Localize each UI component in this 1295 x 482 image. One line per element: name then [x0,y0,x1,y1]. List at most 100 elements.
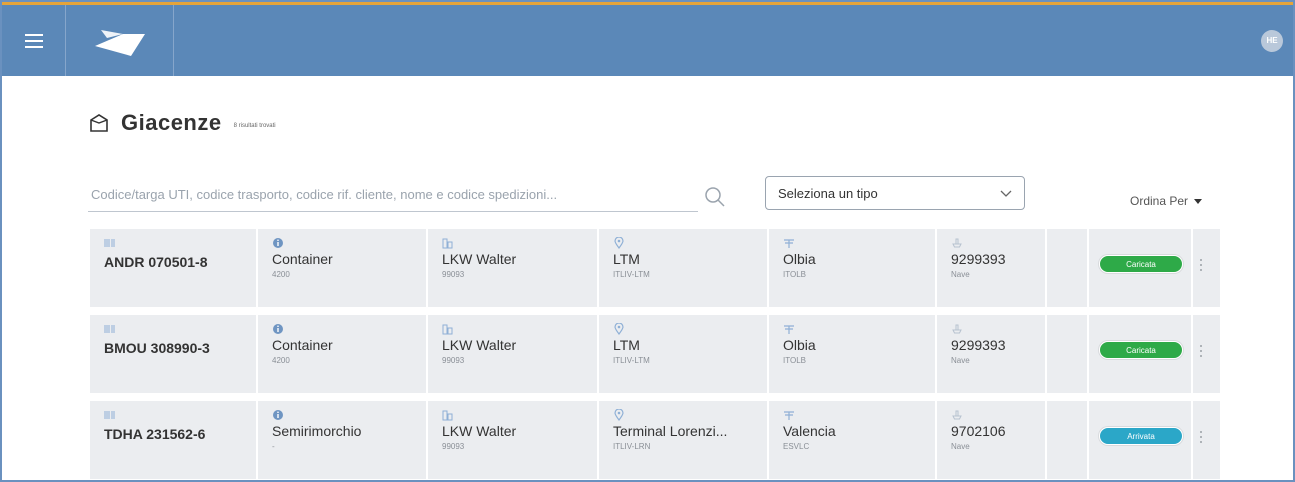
status-badge: Arrivata [1099,427,1183,445]
spacer-cell [1047,229,1089,307]
port-code: ITOLB [783,270,806,279]
ship-icon [952,410,962,420]
type-cell: Container 4200 [258,229,428,307]
building-icon [442,324,453,335]
shipment-list: ANDR 070501-8 Container 4200 LKW Walter … [90,229,1220,482]
carrier-code: 99093 [442,270,465,279]
building-icon [442,238,453,249]
table-row[interactable]: BMOU 308990-3 Container 4200 LKW Walter … [90,315,1220,393]
building-icon [442,410,453,421]
type-cell: Semirimorchio - [258,401,428,479]
page-header: Giacenze 8 risultati trovati [87,110,276,136]
code-cell: BMOU 308990-3 [90,315,258,393]
caret-down-icon [1194,198,1203,204]
type-select-value: Seleziona un tipo [778,185,878,201]
more-options-icon[interactable] [1199,259,1203,275]
port-cell: Olbia ITOLB [769,229,937,307]
sort-dropdown[interactable]: Ordina Per [1130,194,1203,208]
barcode-icon [104,411,115,419]
location-pin-icon [614,323,624,335]
port-name: Olbia [783,337,816,353]
port-icon [784,325,794,334]
carrier-name: LKW Walter [442,251,517,267]
search-field [88,178,698,212]
page-subtitle: 8 risultati trovati [233,123,276,129]
terminal-code: ITLIV-LRN [613,442,651,451]
port-icon [784,411,794,420]
table-row[interactable]: TDHA 231562-6 Semirimorchio - LKW Walter… [90,401,1220,479]
page-title: Giacenze [121,110,222,135]
info-icon [273,238,283,248]
terminal-name: LTM [613,251,640,267]
unit-type-code: - [272,442,275,451]
carrier-name: LKW Walter [442,337,517,353]
carrier-name: LKW Walter [442,423,517,439]
carrier-cell: LKW Walter 99093 [428,315,599,393]
port-cell: Olbia ITOLB [769,315,937,393]
status-cell: Caricata [1089,315,1202,393]
terminal-code: ITLIV-LTM [613,270,650,279]
terminal-name: Terminal Lorenzi... [613,423,728,439]
menu-button[interactable] [2,5,66,76]
status-badge: Caricata [1099,255,1183,273]
unit-code: ANDR 070501-8 [104,254,208,270]
search-input[interactable] [88,178,698,211]
status-cell: Caricata [1089,229,1202,307]
carrier-code: 99093 [442,356,465,365]
type-cell: Container 4200 [258,315,428,393]
app-logo[interactable] [66,5,174,76]
unit-type-code: 4200 [272,356,290,365]
package-icon [90,114,108,132]
ship-type: Nave [951,356,970,365]
port-name: Valencia [783,423,836,439]
chevron-down-icon [1000,190,1012,197]
barcode-icon [104,239,115,247]
spacer-cell [1047,315,1089,393]
ship-cell: 9299393 Nave [937,229,1047,307]
ship-type: Nave [951,442,970,451]
hamburger-icon [24,39,43,42]
barcode-icon [104,325,115,333]
spacer-cell [1047,401,1089,479]
terminal-code: ITLIV-LTM [613,356,650,365]
search-icon[interactable] [704,186,726,208]
user-initials: HE [1266,36,1278,45]
ship-number: 9299393 [951,251,1006,267]
location-pin-icon [614,409,624,421]
user-avatar[interactable]: HE [1261,29,1283,52]
table-row[interactable]: ANDR 070501-8 Container 4200 LKW Walter … [90,229,1220,307]
ship-number: 9299393 [951,337,1006,353]
info-icon [273,410,283,420]
port-name: Olbia [783,251,816,267]
terminal-cell: LTM ITLIV-LTM [599,315,769,393]
unit-type-code: 4200 [272,270,290,279]
terminal-cell: Terminal Lorenzi... ITLIV-LRN [599,401,769,479]
port-icon [784,239,794,248]
more-options-icon[interactable] [1199,431,1203,447]
more-options-icon[interactable] [1199,345,1203,361]
type-select[interactable]: Seleziona un tipo [765,176,1025,210]
code-cell: TDHA 231562-6 [90,401,258,479]
terminal-cell: LTM ITLIV-LTM [599,229,769,307]
ship-cell: 9702106 Nave [937,401,1047,479]
ship-icon [952,238,962,248]
unit-code: TDHA 231562-6 [104,426,206,442]
code-cell: ANDR 070501-8 [90,229,258,307]
unit-type: Container [272,337,333,353]
port-cell: Valencia ESVLC [769,401,937,479]
ship-cell: 9299393 Nave [937,315,1047,393]
location-pin-icon [614,237,624,249]
carrier-cell: LKW Walter 99093 [428,229,599,307]
carrier-cell: LKW Walter 99093 [428,401,599,479]
unit-code: BMOU 308990-3 [104,340,210,356]
status-cell: Arrivata [1089,401,1202,479]
status-badge: Caricata [1099,341,1183,359]
bird-logo-icon [94,29,145,56]
terminal-name: LTM [613,337,640,353]
ship-number: 9702106 [951,423,1006,439]
port-code: ESVLC [783,442,810,451]
info-icon [273,324,283,334]
ship-type: Nave [951,270,970,279]
top-bar: HE [2,2,1293,76]
unit-type: Semirimorchio [272,423,362,439]
